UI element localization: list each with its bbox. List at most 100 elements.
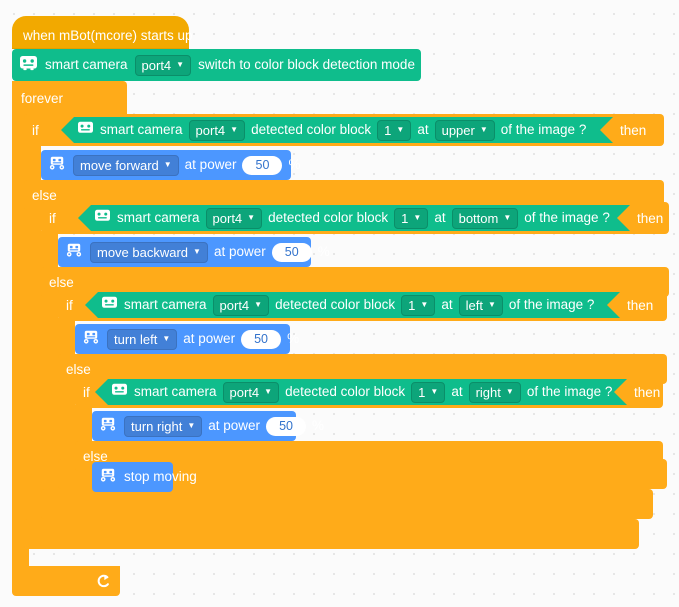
mbot-move-icon	[98, 467, 118, 488]
power-value-backward[interactable]: 50	[271, 242, 312, 262]
condition-device-label-upper: smart camera	[100, 122, 183, 138]
condition-block-left[interactable]: smart camera port4 ▼ detected color bloc…	[85, 292, 620, 318]
if-else-block-bottom-cap[interactable]	[41, 489, 653, 519]
forever-label: forever	[21, 91, 64, 106]
chevron-down-icon: ▼	[420, 300, 429, 309]
if-else-block-upper-bottom[interactable]	[24, 519, 639, 549]
smart-camera-icon	[77, 120, 94, 140]
condition-detect-label-left: detected color block	[275, 297, 396, 313]
condition-at-label-bottom: at	[434, 210, 446, 226]
condition-index-value-left: 1	[408, 297, 416, 313]
else-keyword-upper: else	[32, 188, 57, 203]
power-value-turn-left[interactable]: 50	[241, 329, 282, 349]
condition-index-dropdown-right[interactable]: 1 ▼	[411, 382, 445, 403]
condition-index-value-right: 1	[418, 384, 426, 400]
else-keyword-bottom: else	[49, 275, 74, 290]
power-label-turn-left: at power	[183, 331, 236, 347]
power-label-forward: at power	[184, 157, 237, 173]
condition-port-dropdown-upper[interactable]: port4 ▼	[189, 120, 246, 141]
condition-port-value-upper: port4	[195, 122, 226, 138]
condition-port-dropdown-left[interactable]: port4 ▼	[213, 295, 270, 316]
chevron-down-icon: ▼	[230, 125, 239, 134]
hat-block-when-mbot-starts-up[interactable]: when mBot(mcore) starts up	[12, 16, 193, 49]
if-keyword-upper: if	[32, 123, 39, 138]
condition-suffix-left: of the image ?	[508, 297, 595, 313]
smart-camera-icon	[101, 295, 118, 315]
condition-suffix-bottom: of the image ?	[524, 210, 610, 226]
chevron-down-icon: ▼	[487, 300, 496, 309]
condition-suffix-upper: of the image ?	[500, 122, 587, 138]
percent-label-backward: %	[317, 244, 330, 260]
chevron-down-icon: ▼	[187, 421, 196, 430]
condition-region-value-right: right	[475, 384, 501, 400]
condition-block-right[interactable]: smart camera port4 ▼ detected color bloc…	[95, 379, 627, 405]
condition-region-dropdown-bottom[interactable]: bottom ▼	[452, 208, 519, 229]
chevron-down-icon: ▼	[505, 387, 514, 396]
condition-region-dropdown-left[interactable]: left ▼	[459, 295, 503, 316]
block-move-forward[interactable]: move forward ▼ at power 50 %	[41, 150, 300, 180]
motion-dropdown-backward[interactable]: move backward ▼	[90, 241, 208, 263]
condition-port-value-left: port4	[219, 297, 250, 313]
motion-value-backward: move backward	[97, 244, 189, 260]
condition-detect-label-bottom: detected color block	[268, 210, 389, 226]
setup-port-dropdown[interactable]: port4 ▼	[134, 54, 192, 76]
percent-label-turn-right: %	[312, 418, 325, 434]
chevron-down-icon: ▼	[176, 60, 185, 69]
motion-value-turn-left: turn left	[114, 331, 158, 347]
mbot-move-icon	[81, 329, 101, 350]
power-value-turn-right[interactable]: 50	[266, 416, 307, 436]
condition-index-value-upper: 1	[384, 122, 392, 138]
condition-region-value-upper: upper	[441, 122, 475, 138]
motion-dropdown-turn-left[interactable]: turn left ▼	[107, 328, 178, 350]
mbot-move-icon	[64, 242, 84, 263]
condition-index-dropdown-upper[interactable]: 1 ▼	[377, 120, 411, 141]
condition-port-dropdown-right[interactable]: port4 ▼	[223, 382, 280, 403]
block-switch-to-color-block-detection-mode[interactable]: smart camera port4 ▼ switch to color blo…	[12, 49, 421, 81]
smart-camera-icon	[111, 382, 128, 402]
condition-region-dropdown-right[interactable]: right ▼	[469, 382, 521, 403]
condition-port-dropdown-bottom[interactable]: port4 ▼	[206, 208, 263, 229]
condition-index-value-bottom: 1	[401, 210, 409, 226]
forever-block-top[interactable]: forever	[12, 81, 127, 114]
then-keyword-left: then	[627, 298, 654, 313]
then-keyword-right: then	[634, 385, 661, 400]
block-turn-right[interactable]: turn right ▼ at power 50 %	[92, 411, 324, 441]
condition-region-value-left: left	[465, 297, 483, 313]
condition-block-bottom[interactable]: smart camera port4 ▼ detected color bloc…	[78, 205, 630, 231]
condition-block-upper[interactable]: smart camera port4 ▼ detected color bloc…	[61, 117, 613, 143]
percent-label-turn-left: %	[287, 331, 300, 347]
condition-device-label-right: smart camera	[134, 384, 217, 400]
power-label-turn-right: at power	[208, 418, 261, 434]
chevron-down-icon: ▼	[264, 387, 273, 396]
condition-detect-label-upper: detected color block	[251, 122, 372, 138]
hat-block-label: when mBot(mcore) starts up	[23, 28, 193, 43]
power-value-forward[interactable]: 50	[242, 155, 283, 175]
condition-detect-label-right: detected color block	[285, 384, 406, 400]
condition-at-label-left: at	[441, 297, 453, 313]
motion-dropdown-forward[interactable]: move forward ▼	[73, 154, 179, 176]
chevron-down-icon: ▼	[254, 300, 263, 309]
condition-region-dropdown-upper[interactable]: upper ▼	[435, 120, 495, 141]
block-workspace[interactable]: when mBot(mcore) starts up smart camera …	[0, 0, 679, 607]
stop-moving-label: stop moving	[124, 469, 197, 485]
forever-block-bottom[interactable]	[12, 566, 120, 596]
chevron-down-icon: ▼	[163, 160, 172, 169]
block-turn-left[interactable]: turn left ▼ at power 50 %	[75, 324, 299, 354]
setup-device-label: smart camera	[45, 57, 128, 73]
percent-label-forward: %	[288, 157, 301, 173]
chevron-down-icon: ▼	[162, 334, 171, 343]
chevron-down-icon: ▼	[247, 213, 256, 222]
chevron-down-icon: ▼	[479, 125, 488, 134]
if-keyword-right: if	[83, 385, 90, 400]
if-keyword-left: if	[66, 298, 73, 313]
condition-index-dropdown-bottom[interactable]: 1 ▼	[394, 208, 428, 229]
chevron-down-icon: ▼	[430, 387, 439, 396]
condition-index-dropdown-left[interactable]: 1 ▼	[401, 295, 435, 316]
chevron-down-icon: ▼	[413, 213, 422, 222]
block-stop-moving[interactable]: stop moving	[92, 462, 197, 492]
setup-action-label: switch to color block detection mode	[198, 57, 415, 73]
chevron-down-icon: ▼	[396, 125, 405, 134]
motion-dropdown-turn-right[interactable]: turn right ▼	[124, 415, 203, 437]
block-move-backward[interactable]: move backward ▼ at power 50 %	[58, 237, 330, 267]
condition-region-value-bottom: bottom	[458, 210, 499, 226]
